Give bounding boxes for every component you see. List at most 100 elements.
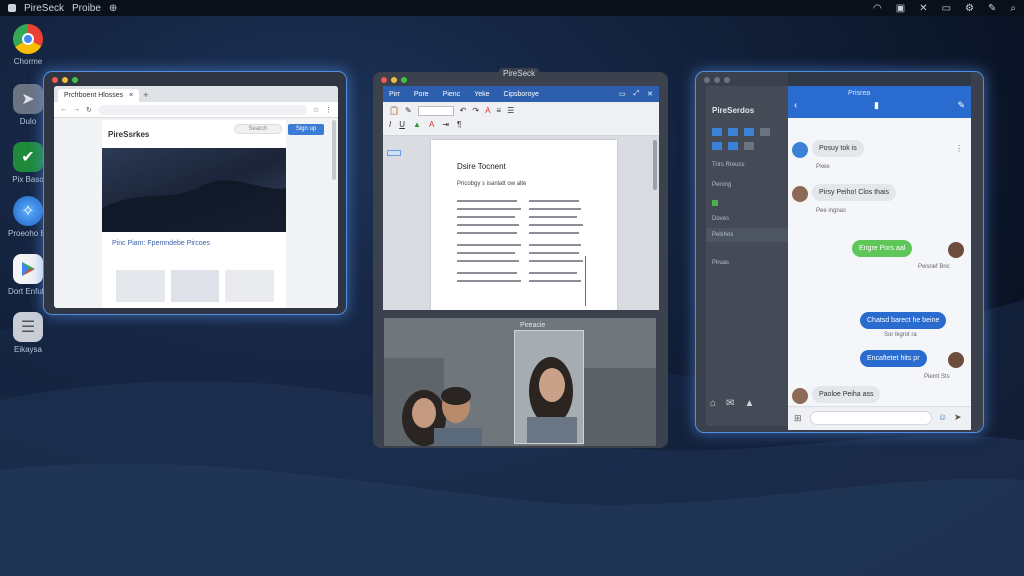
back-icon[interactable]: ← xyxy=(60,106,67,113)
files-icon: ☰ xyxy=(13,312,43,342)
undo-icon[interactable]: ↶ xyxy=(460,106,467,116)
edit-icon[interactable]: ✎ xyxy=(988,3,996,14)
send-icon[interactable] xyxy=(712,128,722,136)
dock-label: Pix Baso xyxy=(12,175,44,184)
sidebar-item[interactable]: Trirs Rreuss xyxy=(712,162,744,168)
tab-view[interactable]: Yeke xyxy=(474,91,489,98)
dock-item-pixbaso[interactable]: ✔ Pix Baso xyxy=(8,142,48,184)
mail-icon[interactable] xyxy=(744,128,754,136)
text-color-icon[interactable]: A xyxy=(429,120,434,129)
wifi-icon[interactable]: ◠ xyxy=(873,3,882,14)
close-button[interactable] xyxy=(52,77,58,83)
messenger-window[interactable]: PireSerdos Trirs Rreuss Perong Doves Pel… xyxy=(696,72,983,432)
document-page[interactable]: Dsire Tocnent Pricobgy s isanlatt ow alt… xyxy=(431,140,617,310)
address-bar[interactable] xyxy=(97,104,307,115)
redo-icon[interactable]: ↷ xyxy=(472,106,479,116)
minimize-button[interactable] xyxy=(714,77,720,83)
tab-file[interactable]: Pirr xyxy=(389,91,400,98)
align-icon[interactable]: ≡ xyxy=(496,106,501,116)
card[interactable] xyxy=(225,270,275,302)
list-icon[interactable]: ☰ xyxy=(507,106,514,116)
sidebar-item[interactable]: Doves xyxy=(712,216,729,222)
menu-icon[interactable]: ⋮ xyxy=(325,106,332,114)
window-restore-icon[interactable]: ▭ xyxy=(619,90,626,98)
site-search-input[interactable]: Search xyxy=(234,124,282,134)
app-name[interactable]: PireSeck xyxy=(24,3,64,14)
video-icon[interactable] xyxy=(728,142,738,150)
search-icon[interactable]: ⌕ xyxy=(1010,3,1016,14)
screen-icon[interactable]: ▣ xyxy=(896,3,905,14)
font-color-icon[interactable]: A xyxy=(485,106,490,116)
mute-icon[interactable]: ✕ xyxy=(919,3,927,14)
format-painter-icon[interactable]: ✎ xyxy=(405,106,412,116)
reload-icon[interactable]: ↻ xyxy=(86,106,92,114)
phone-icon[interactable] xyxy=(712,142,722,150)
emoji-icon[interactable]: ☺ xyxy=(938,412,947,422)
dock-item-files[interactable]: ☰ Eikaysa xyxy=(8,312,48,354)
folder-icon[interactable] xyxy=(760,128,770,136)
app-menu-icon[interactable] xyxy=(8,4,16,12)
sidebar-item[interactable]: Perong xyxy=(712,182,731,188)
italic-icon[interactable]: I xyxy=(389,120,391,129)
indent-icon[interactable]: ⇥ xyxy=(442,120,449,129)
document-icon[interactable]: ▮ xyxy=(874,100,879,111)
battery-icon[interactable]: ▭ xyxy=(942,3,951,14)
alert-icon[interactable]: ▲ xyxy=(744,398,754,409)
close-button[interactable] xyxy=(381,77,387,83)
tab-design[interactable]: Cipsboroye xyxy=(504,91,539,98)
close-button[interactable] xyxy=(704,77,710,83)
font-selector[interactable] xyxy=(417,106,454,116)
close-icon[interactable]: ✕ xyxy=(647,90,653,98)
menu-item[interactable]: Proibe xyxy=(72,3,101,14)
underline-icon[interactable]: U xyxy=(399,120,405,129)
text-line xyxy=(529,200,579,202)
dock-item-safari[interactable]: ✧ Proeoho Ba xyxy=(8,196,50,238)
back-icon[interactable]: ‹ xyxy=(794,100,797,111)
scrollbar[interactable] xyxy=(332,120,336,180)
scrollbar[interactable] xyxy=(653,140,657,190)
sidebar-item[interactable] xyxy=(712,200,718,206)
dock-item-dulo[interactable]: ➤ Dulo xyxy=(8,84,48,126)
paste-icon[interactable]: 📋 xyxy=(389,106,399,116)
bookmark-icon[interactable]: ☆ xyxy=(313,106,319,114)
message-bubble-sent: Encaftetet hits pr xyxy=(860,350,927,367)
minimize-button[interactable] xyxy=(391,77,397,83)
maximize-button[interactable] xyxy=(72,77,78,83)
grid-icon[interactable] xyxy=(744,142,754,150)
expand-icon[interactable]: ⤢ xyxy=(634,90,640,98)
extension-icon[interactable]: ⊕ xyxy=(109,3,117,14)
message-bubble: Posuy tok is xyxy=(812,140,864,157)
settings-icon[interactable]: ⚙ xyxy=(965,3,974,14)
tab-insert[interactable]: Pienc xyxy=(443,91,461,98)
compose-icon[interactable]: ✎ xyxy=(957,100,965,111)
tab-close-icon[interactable]: × xyxy=(129,92,133,99)
maximize-button[interactable] xyxy=(401,77,407,83)
browser-window[interactable]: Prcfrboent Hlosses × + ← → ↻ ☆ ⋮ PireSsr… xyxy=(44,72,346,314)
minimize-button[interactable] xyxy=(62,77,68,83)
styles-icon[interactable]: ¶ xyxy=(457,120,461,129)
forward-icon[interactable]: → xyxy=(73,106,80,113)
outline-marker[interactable] xyxy=(387,150,401,156)
card[interactable] xyxy=(116,270,165,302)
dock-item-chrome[interactable]: Chorme xyxy=(8,24,48,66)
message-meta: Sor ikgrot ra xyxy=(884,332,917,338)
maximize-button[interactable] xyxy=(724,77,730,83)
message-input[interactable] xyxy=(810,411,932,425)
attach-icon[interactable]: ⊞ xyxy=(794,413,802,424)
home-icon[interactable]: ⌂ xyxy=(710,398,716,409)
more-icon[interactable]: ⋮ xyxy=(955,144,963,153)
chat-icon[interactable]: ✉ xyxy=(726,398,734,409)
tab-home[interactable]: Pore xyxy=(414,91,429,98)
dock-item-playstore[interactable]: Dort Enfuhe xyxy=(8,254,51,296)
signup-button[interactable]: Sign up xyxy=(288,124,324,135)
send-button-icon[interactable]: ➤ xyxy=(954,412,962,423)
app-icon: ➤ xyxy=(13,84,43,114)
browser-tab[interactable]: Prcfrboent Hlosses × xyxy=(58,89,140,102)
new-tab-button[interactable]: + xyxy=(143,90,148,102)
card[interactable] xyxy=(170,270,220,302)
self-view[interactable] xyxy=(514,330,584,444)
sidebar-item[interactable]: Piruas xyxy=(712,260,729,266)
sidebar-item-selected[interactable]: Pelshos xyxy=(706,228,788,242)
share-icon[interactable] xyxy=(728,128,738,136)
highlight-icon[interactable]: ▲ xyxy=(413,120,421,129)
